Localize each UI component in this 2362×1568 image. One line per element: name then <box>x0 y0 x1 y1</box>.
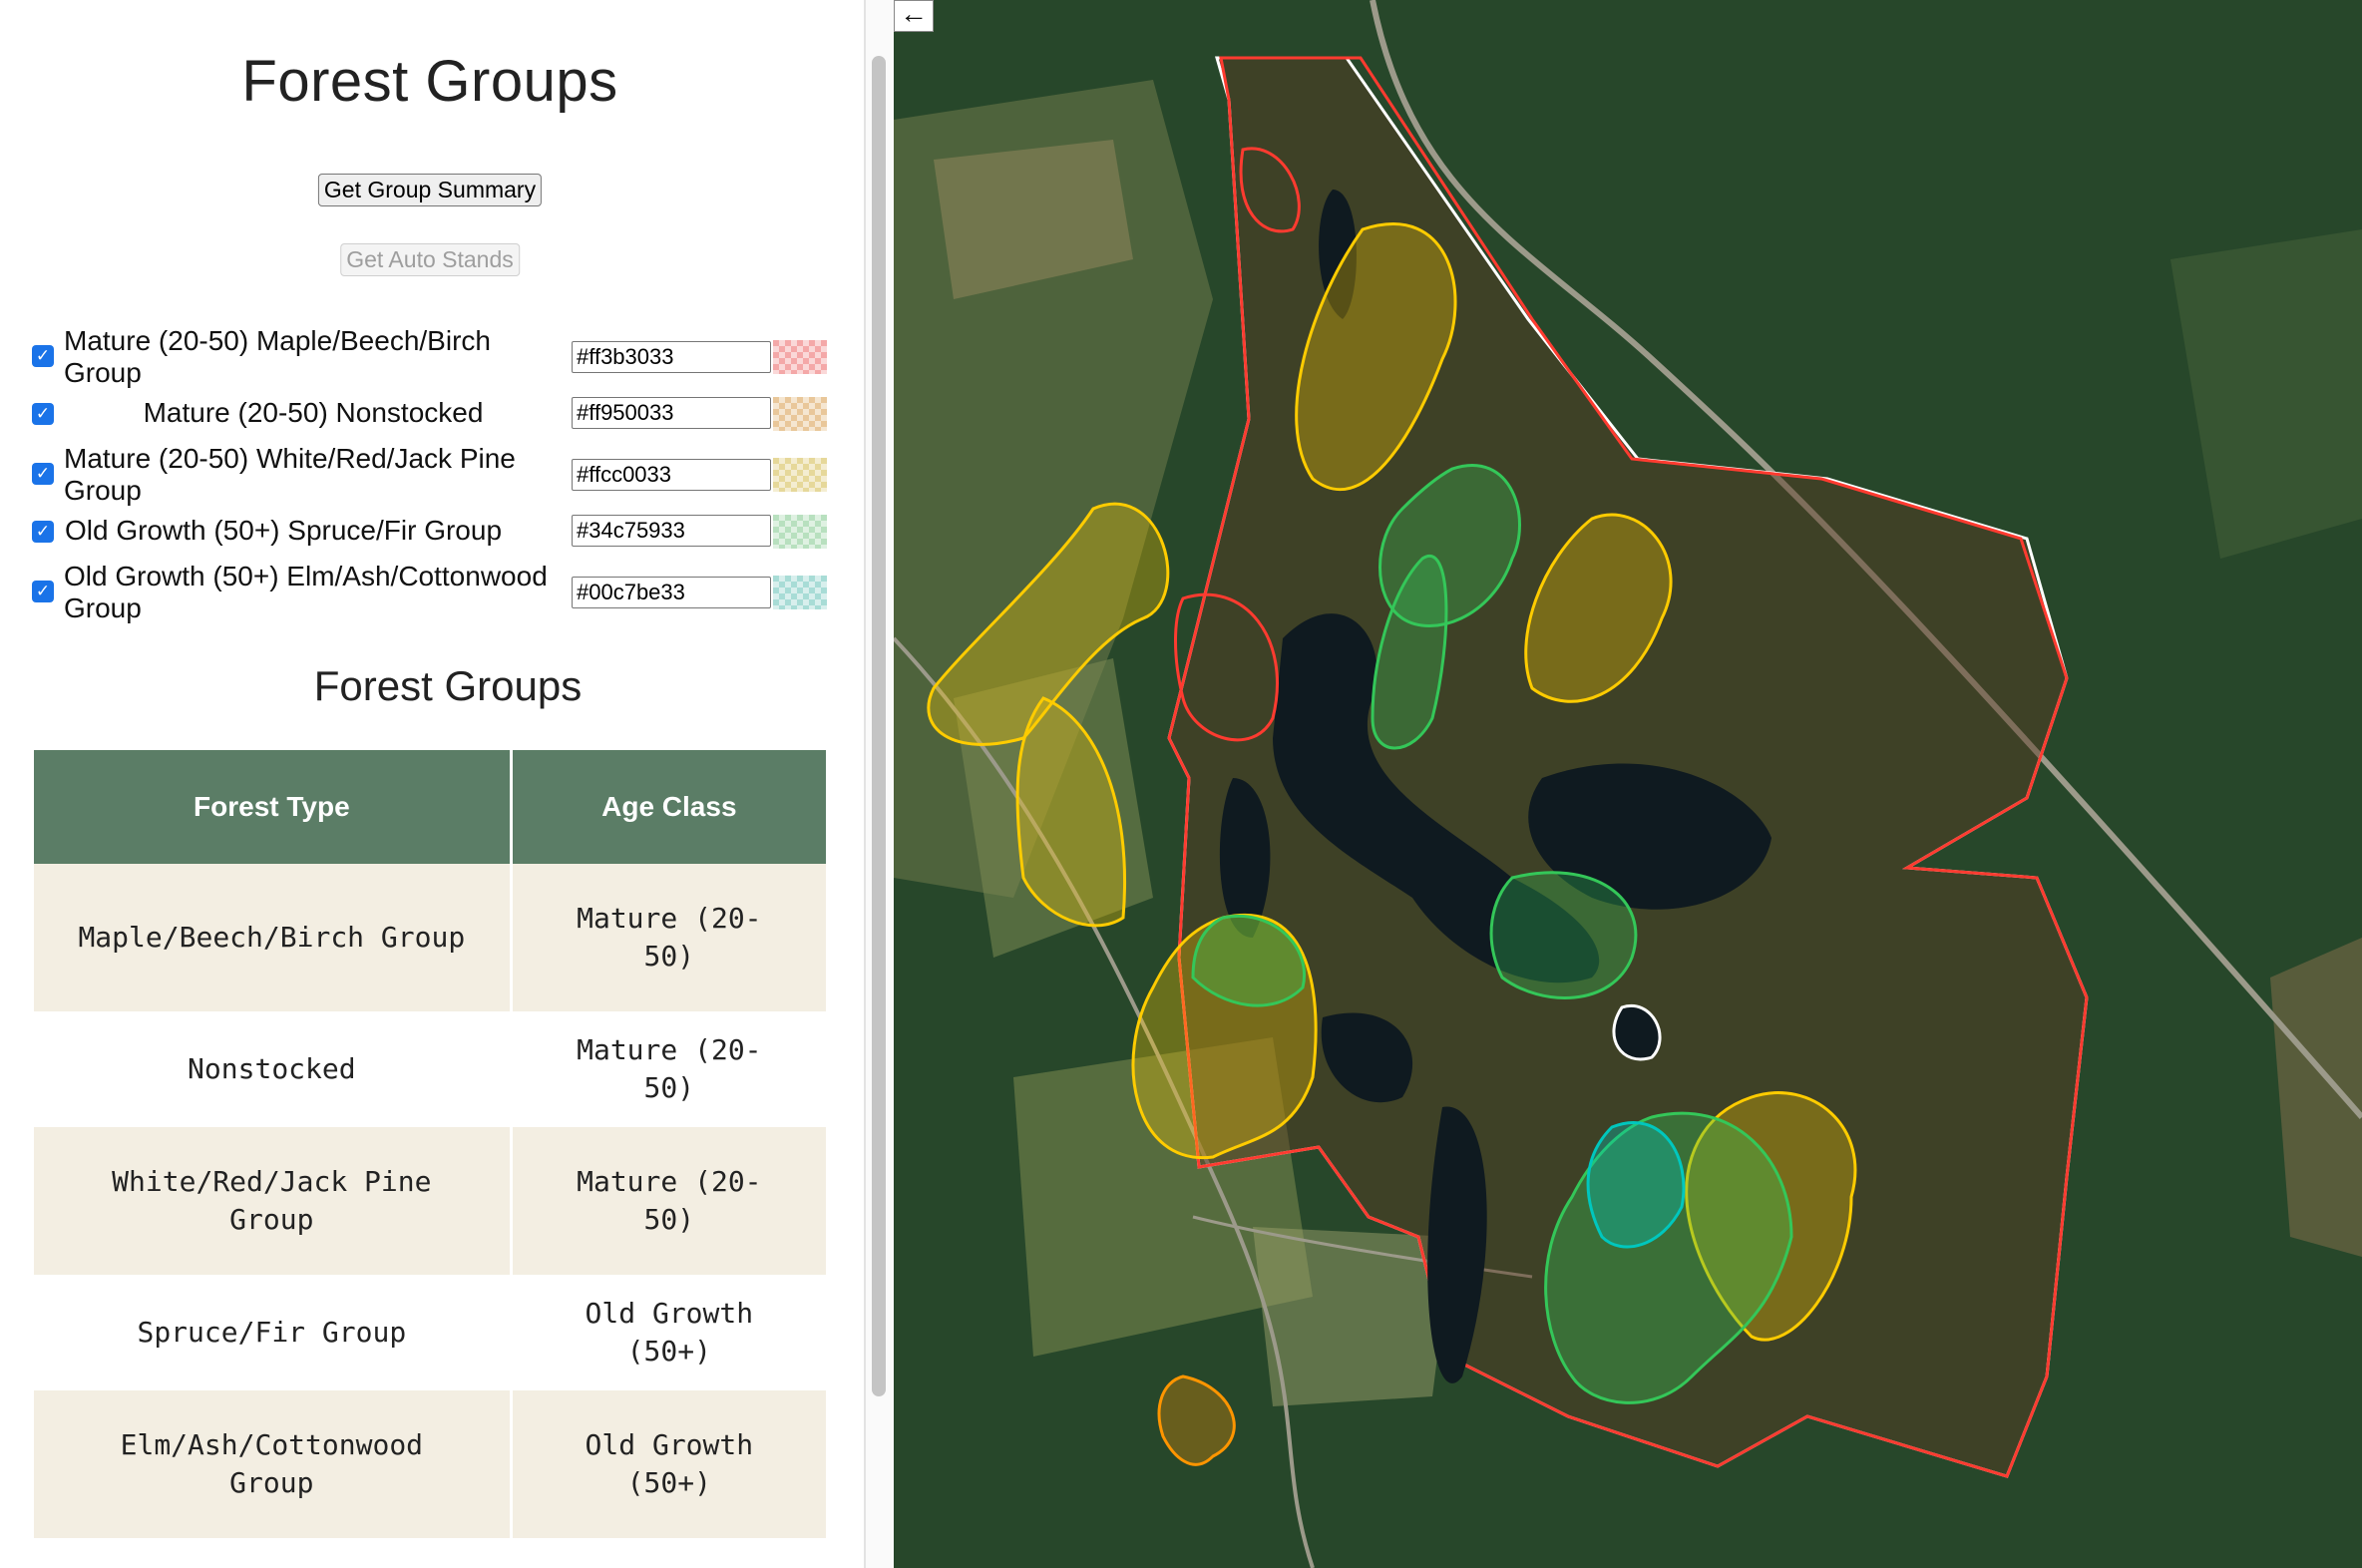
table-title: Forest Groups <box>313 662 583 709</box>
age-class-cell: Old Growth (50+) <box>511 1275 826 1390</box>
group-row-elm: ✓ Old Growth (50+) Elm/Ash/Cottonwood Gr… <box>0 557 858 623</box>
group-color-swatch-maple[interactable] <box>773 340 827 374</box>
sidebar-scrollbar-thumb[interactable] <box>872 56 886 1396</box>
group-label-elm: Old Growth (50+) Elm/Ash/Cottonwood Grou… <box>64 561 548 623</box>
forest-type-cell: Maple/Beech/Birch Group <box>34 864 513 1011</box>
group-color-input-nonstocked[interactable] <box>572 397 771 429</box>
group-checkbox-maple[interactable]: ✓ <box>32 345 54 367</box>
forest-groups-table: Forest Type Age Class Maple/Beech/Birch … <box>34 750 826 1538</box>
age-class-cell: Mature (20-50) <box>511 1127 826 1275</box>
group-color-input-maple[interactable] <box>572 341 771 373</box>
age-class-cell: Old Growth (50+) <box>511 1390 826 1538</box>
forest-type-cell: Spruce/Fir Group <box>34 1275 513 1390</box>
get-group-summary-button[interactable]: Get Group Summary <box>317 174 543 206</box>
group-color-swatch-spruce[interactable] <box>773 515 827 549</box>
back-arrow-button[interactable]: ← <box>894 0 934 32</box>
table-row: Maple/Beech/Birch Group Mature (20-50) <box>34 864 826 1011</box>
group-row-maple: ✓ Mature (20-50) Maple/Beech/Birch Group <box>0 321 858 388</box>
page-title: Forest Groups <box>241 49 618 114</box>
group-color-input-elm[interactable] <box>572 577 771 608</box>
group-checkbox-pine[interactable]: ✓ <box>32 463 54 485</box>
group-checkbox-spruce[interactable]: ✓ <box>32 521 54 543</box>
map-canvas[interactable] <box>894 0 2362 1568</box>
forest-type-cell: White/Red/Jack Pine Group <box>34 1127 513 1275</box>
group-label-spruce: Old Growth (50+) Spruce/Fir Group <box>64 515 503 546</box>
age-class-cell: Mature (20-50) <box>511 1011 826 1127</box>
group-label-pine: Mature (20-50) White/Red/Jack Pine Group <box>64 443 516 506</box>
age-class-cell: Mature (20-50) <box>511 864 826 1011</box>
group-color-input-spruce[interactable] <box>572 515 771 547</box>
forest-type-cell: Nonstocked <box>34 1011 513 1127</box>
satellite-map[interactable] <box>894 0 2362 1568</box>
forest-type-cell: Elm/Ash/Cottonwood Group <box>34 1390 513 1538</box>
group-row-pine: ✓ Mature (20-50) White/Red/Jack Pine Gro… <box>0 439 858 506</box>
group-checkbox-nonstocked[interactable]: ✓ <box>32 403 54 425</box>
sidebar: Forest Groups Get Group Summary Get Auto… <box>0 0 864 1568</box>
table-row: Nonstocked Mature (20-50) <box>34 1011 826 1127</box>
group-color-swatch-elm[interactable] <box>773 576 827 609</box>
table-row: Spruce/Fir Group Old Growth (50+) <box>34 1275 826 1390</box>
group-color-swatch-pine[interactable] <box>773 458 827 492</box>
table-row: White/Red/Jack Pine Group Mature (20-50) <box>34 1127 826 1275</box>
group-checkbox-elm[interactable]: ✓ <box>32 581 54 602</box>
get-auto-stands-button[interactable]: Get Auto Stands <box>340 243 520 276</box>
group-color-swatch-nonstocked[interactable] <box>773 397 827 431</box>
spruce-group-area[interactable] <box>1489 871 1638 999</box>
column-header-age-class: Age Class <box>511 750 826 864</box>
column-header-forest-type: Forest Type <box>34 750 513 864</box>
group-label-nonstocked: Mature (20-50) Nonstocked <box>143 397 484 428</box>
group-color-input-pine[interactable] <box>572 459 771 491</box>
table-row: Elm/Ash/Cottonwood Group Old Growth (50+… <box>34 1390 826 1538</box>
group-label-maple: Mature (20-50) Maple/Beech/Birch Group <box>64 325 491 388</box>
